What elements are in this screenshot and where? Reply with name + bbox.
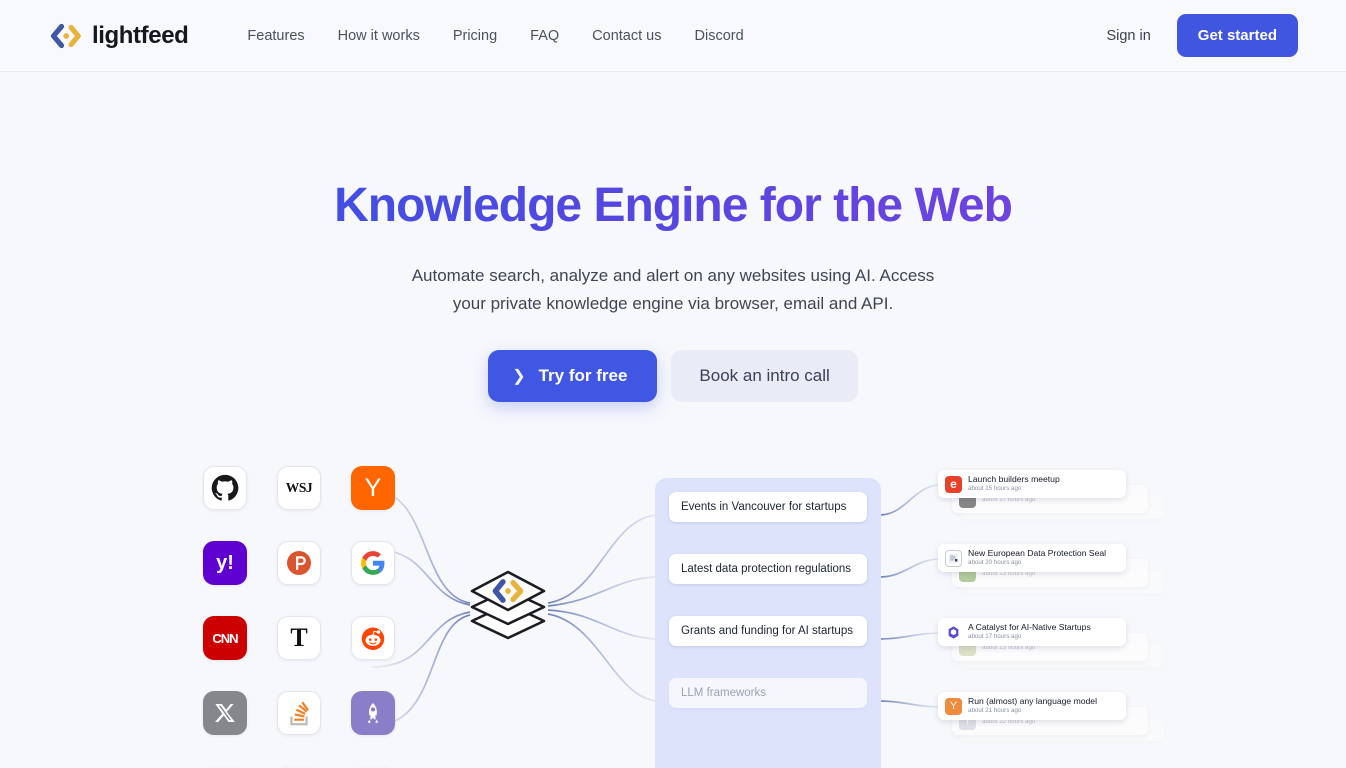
wsj-icon: WSJ (285, 480, 313, 495)
knowledge-engine-diagram: WSJ Y y! CNN T Events in Vancouver for s… (0, 445, 1346, 768)
source-wsj[interactable]: WSJ (277, 466, 321, 510)
result-title-2: A Catalyst for AI-Native Startups (968, 623, 1091, 633)
nav-link-pricing[interactable]: Pricing (453, 28, 497, 44)
result-time-0: about 15 hours ago (968, 485, 1022, 493)
brand-name: lightfeed (92, 21, 189, 49)
chevron-right-icon: ❯ (512, 367, 526, 385)
result-behind-time-2-1: about 23 hours ago (982, 644, 1036, 652)
query-item-3[interactable]: LLM frameworks (669, 678, 867, 708)
sign-in-link[interactable]: Sign in (1106, 28, 1150, 44)
query-item-0[interactable]: Events in Vancouver for startups (669, 492, 867, 522)
result-card-2[interactable]: A Catalyst for AI-Native Startups about … (938, 618, 1126, 646)
google-icon (361, 551, 385, 575)
cnn-icon: CNN (212, 630, 238, 646)
result-group-0: about 17 hours ago e Launch builders mee… (938, 470, 1188, 544)
result-title-1: New European Data Protection Seal (968, 549, 1107, 559)
ycombinator-icon: Y (364, 473, 382, 502)
result-card-0[interactable]: e Launch builders meetup about 15 hours … (938, 470, 1126, 498)
source-rocket[interactable] (351, 691, 395, 735)
x-twitter-icon (215, 704, 235, 722)
hero-cta-group: ❯ Try for free Book an intro call (0, 349, 1346, 402)
blue-cube-icon (945, 623, 962, 641)
hero-section: Knowledge Engine for the Web Automate se… (0, 72, 1346, 402)
result-time-1: about 20 hours ago (968, 559, 1022, 567)
source-reddit[interactable] (351, 616, 395, 660)
yahoo-icon: y! (216, 552, 234, 574)
nav-link-features[interactable]: Features (247, 28, 304, 44)
result-group-2: about 23 hours ago A Catalyst for AI-Nat… (938, 618, 1188, 692)
nav-link-how-it-works[interactable]: How it works (338, 28, 420, 44)
result-time-3: about 21 hours ago (968, 707, 1022, 715)
top-navigation-bar: lightfeed Features How it works Pricing … (0, 0, 1346, 72)
query-item-1[interactable]: Latest data protection regulations (669, 554, 867, 584)
stackoverflow-icon (290, 701, 309, 726)
source-stackoverflow[interactable] (277, 691, 321, 735)
ycombinator-icon: Y (945, 697, 962, 715)
result-card-1[interactable]: New European Data Protection Seal about … (938, 544, 1126, 572)
nav-link-discord[interactable]: Discord (695, 28, 744, 44)
source-logo-grid: WSJ Y y! CNN T (203, 466, 409, 768)
try-for-free-button[interactable]: ❯ Try for free (488, 349, 658, 402)
ebay-e-icon: e (945, 475, 962, 493)
producthunt-icon (287, 551, 311, 575)
source-ycombinator[interactable]: Y (351, 466, 395, 510)
get-started-button[interactable]: Get started (1176, 14, 1298, 57)
result-title-3: Run (almost) any language model (968, 697, 1097, 707)
query-list-panel: Events in Vancouver for startups Latest … (655, 478, 881, 768)
nav-actions: Sign in Get started (1106, 14, 1298, 57)
result-behind-time-1-1: about 13 hours ago (982, 570, 1036, 578)
primary-nav: Features How it works Pricing FAQ Contac… (247, 28, 743, 44)
result-behind-time-3-1: about 22 hours ago (982, 718, 1036, 726)
github-icon (211, 474, 239, 501)
stacked-layers-lightfeed-icon (470, 570, 546, 640)
source-cnn[interactable]: CNN (203, 616, 247, 660)
rocket-icon (368, 703, 378, 723)
source-google[interactable] (351, 541, 395, 585)
source-producthunt[interactable] (277, 541, 321, 585)
document-icon (945, 549, 962, 567)
result-title-0: Launch builders meetup (968, 475, 1060, 485)
nav-link-contact-us[interactable]: Contact us (592, 28, 661, 44)
query-item-2[interactable]: Grants and funding for AI startups (669, 616, 867, 646)
source-x-twitter[interactable] (203, 691, 247, 735)
result-group-3: Y about 22 hours ago Y Run (almost) any … (938, 692, 1188, 766)
source-nytimes[interactable]: T (277, 616, 321, 660)
result-card-3[interactable]: Y Run (almost) any language model about … (938, 692, 1126, 720)
try-for-free-label: Try for free (538, 365, 628, 385)
lightfeed-chevron-logo-icon (48, 23, 82, 49)
source-yahoo[interactable]: y! (203, 541, 247, 585)
page-title: Knowledge Engine for the Web (0, 180, 1346, 232)
center-engine-node (456, 555, 560, 655)
result-behind-time-0-1: about 17 hours ago (982, 496, 1036, 504)
result-group-1: about 13 hours ago New European Data Pro… (938, 544, 1188, 618)
nytimes-icon: T (290, 623, 308, 652)
hero-subtitle-line-2: your private knowledge engine via browse… (452, 293, 894, 313)
brand-logo-link[interactable]: lightfeed (48, 21, 189, 50)
book-intro-call-button[interactable]: Book an intro call (671, 349, 858, 402)
results-column: about 17 hours ago e Launch builders mee… (938, 470, 1188, 766)
source-github[interactable] (203, 466, 247, 510)
nav-link-faq[interactable]: FAQ (530, 28, 559, 44)
hero-subtitle: Automate search, analyze and alert on an… (0, 262, 1346, 318)
reddit-icon (361, 627, 385, 650)
hero-subtitle-line-1: Automate search, analyze and alert on an… (411, 265, 935, 285)
result-time-2: about 17 hours ago (968, 633, 1022, 641)
